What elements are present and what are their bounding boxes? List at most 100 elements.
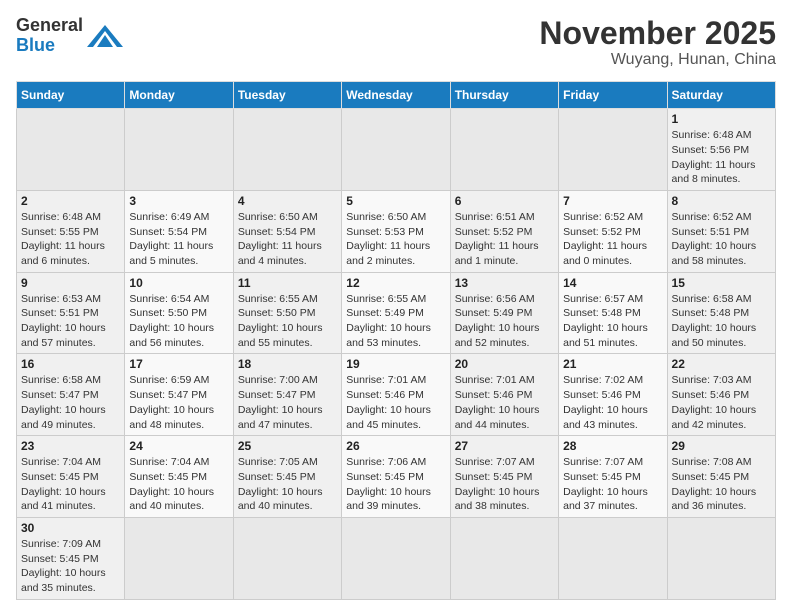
day-number: 8 [672, 194, 771, 208]
day-info: Sunrise: 6:58 AM Sunset: 5:48 PM Dayligh… [672, 292, 771, 351]
day-info: Sunrise: 7:05 AM Sunset: 5:45 PM Dayligh… [238, 455, 337, 514]
weekday-header-tuesday: Tuesday [233, 82, 341, 109]
day-number: 25 [238, 439, 337, 453]
day-number: 22 [672, 357, 771, 371]
day-number: 24 [129, 439, 228, 453]
calendar-cell: 28 Sunrise: 7:07 AM Sunset: 5:45 PM Dayli… [559, 436, 667, 518]
day-number: 17 [129, 357, 228, 371]
day-number: 2 [21, 194, 120, 208]
calendar-cell: 19Sunrise: 7:01 AM Sunset: 5:46 PM Dayli… [342, 354, 450, 436]
day-number: 15 [672, 276, 771, 290]
calendar-cell: 16Sunrise: 6:58 AM Sunset: 5:47 PM Dayli… [17, 354, 125, 436]
weekday-header-friday: Friday [559, 82, 667, 109]
calendar-cell: 6Sunrise: 6:51 AM Sunset: 5:52 PM Daylig… [450, 190, 558, 272]
calendar-week-0: 1 Sunrise: 6:48 AM Sunset: 5:56 PM Daylig… [17, 109, 776, 191]
day-info: Sunrise: 6:55 AM Sunset: 5:50 PM Dayligh… [238, 292, 337, 351]
day-number: 11 [238, 276, 337, 290]
calendar-cell [125, 109, 233, 191]
day-info: Sunrise: 6:52 AM Sunset: 5:51 PM Dayligh… [672, 210, 771, 269]
day-info: Sunrise: 7:07 AM Sunset: 5:45 PM Dayligh… [563, 455, 662, 514]
day-info: Sunrise: 6:50 AM Sunset: 5:54 PM Dayligh… [238, 210, 337, 269]
weekday-header-monday: Monday [125, 82, 233, 109]
weekday-header-thursday: Thursday [450, 82, 558, 109]
calendar-cell: 5 Sunrise: 6:50 AM Sunset: 5:53 PM Daylig… [342, 190, 450, 272]
day-number: 30 [21, 521, 120, 535]
calendar-table: SundayMondayTuesdayWednesdayThursdayFrid… [16, 81, 776, 600]
calendar-cell: 27 Sunrise: 7:07 AM Sunset: 5:45 PM Dayli… [450, 436, 558, 518]
day-number: 13 [455, 276, 554, 290]
weekday-header-wednesday: Wednesday [342, 82, 450, 109]
calendar-cell: 29 Sunrise: 7:08 AM Sunset: 5:45 PM Dayli… [667, 436, 775, 518]
calendar-cell: 20 Sunrise: 7:01 AM Sunset: 5:46 PM Dayli… [450, 354, 558, 436]
title-block: November 2025 Wuyang, Hunan, China [539, 16, 776, 69]
calendar-week-5: 30 Sunrise: 7:09 AM Sunset: 5:45 PM Dayli… [17, 517, 776, 599]
calendar-cell: 8 Sunrise: 6:52 AM Sunset: 5:51 PM Daylig… [667, 190, 775, 272]
day-info: Sunrise: 6:48 AM Sunset: 5:56 PM Dayligh… [672, 128, 771, 187]
weekday-header-row: SundayMondayTuesdayWednesdayThursdayFrid… [17, 82, 776, 109]
day-number: 26 [346, 439, 445, 453]
calendar-week-1: 2Sunrise: 6:48 AM Sunset: 5:55 PM Daylig… [17, 190, 776, 272]
calendar-cell: 13 Sunrise: 6:56 AM Sunset: 5:49 PM Dayli… [450, 272, 558, 354]
month-title: November 2025 [539, 16, 776, 51]
calendar-cell: 14Sunrise: 6:57 AM Sunset: 5:48 PM Dayli… [559, 272, 667, 354]
calendar-cell [667, 517, 775, 599]
day-number: 27 [455, 439, 554, 453]
calendar-week-3: 16Sunrise: 6:58 AM Sunset: 5:47 PM Dayli… [17, 354, 776, 436]
day-number: 21 [563, 357, 662, 371]
calendar-cell: 21 Sunrise: 7:02 AM Sunset: 5:46 PM Dayli… [559, 354, 667, 436]
calendar-cell: 9Sunrise: 6:53 AM Sunset: 5:51 PM Daylig… [17, 272, 125, 354]
calendar-cell [342, 109, 450, 191]
logo-icon [87, 25, 123, 47]
day-number: 3 [129, 194, 228, 208]
page-header: General Blue November 2025 Wuyang, Hunan… [16, 16, 776, 69]
day-info: Sunrise: 6:55 AM Sunset: 5:49 PM Dayligh… [346, 292, 445, 351]
day-info: Sunrise: 7:01 AM Sunset: 5:46 PM Dayligh… [455, 373, 554, 432]
calendar-body: 1 Sunrise: 6:48 AM Sunset: 5:56 PM Daylig… [17, 109, 776, 600]
calendar-cell: 25 Sunrise: 7:05 AM Sunset: 5:45 PM Dayli… [233, 436, 341, 518]
day-info: Sunrise: 7:09 AM Sunset: 5:45 PM Dayligh… [21, 537, 120, 596]
day-number: 9 [21, 276, 120, 290]
calendar-cell: 17 Sunrise: 6:59 AM Sunset: 5:47 PM Dayli… [125, 354, 233, 436]
day-number: 5 [346, 194, 445, 208]
calendar-cell [450, 517, 558, 599]
calendar-week-4: 23 Sunrise: 7:04 AM Sunset: 5:45 PM Dayli… [17, 436, 776, 518]
calendar-week-2: 9Sunrise: 6:53 AM Sunset: 5:51 PM Daylig… [17, 272, 776, 354]
calendar-cell: 7Sunrise: 6:52 AM Sunset: 5:52 PM Daylig… [559, 190, 667, 272]
day-number: 23 [21, 439, 120, 453]
calendar-cell: 30 Sunrise: 7:09 AM Sunset: 5:45 PM Dayli… [17, 517, 125, 599]
calendar-cell [342, 517, 450, 599]
day-info: Sunrise: 6:50 AM Sunset: 5:53 PM Dayligh… [346, 210, 445, 269]
day-number: 7 [563, 194, 662, 208]
location-title: Wuyang, Hunan, China [539, 51, 776, 69]
calendar-cell: 10Sunrise: 6:54 AM Sunset: 5:50 PM Dayli… [125, 272, 233, 354]
day-info: Sunrise: 7:02 AM Sunset: 5:46 PM Dayligh… [563, 373, 662, 432]
day-info: Sunrise: 7:00 AM Sunset: 5:47 PM Dayligh… [238, 373, 337, 432]
day-info: Sunrise: 6:58 AM Sunset: 5:47 PM Dayligh… [21, 373, 120, 432]
day-number: 1 [672, 112, 771, 126]
calendar-cell: 1 Sunrise: 6:48 AM Sunset: 5:56 PM Daylig… [667, 109, 775, 191]
calendar-cell: 22Sunrise: 7:03 AM Sunset: 5:46 PM Dayli… [667, 354, 775, 436]
day-number: 18 [238, 357, 337, 371]
calendar-cell [559, 109, 667, 191]
calendar-cell: 18 Sunrise: 7:00 AM Sunset: 5:47 PM Dayli… [233, 354, 341, 436]
calendar-cell: 4Sunrise: 6:50 AM Sunset: 5:54 PM Daylig… [233, 190, 341, 272]
calendar-cell: 15 Sunrise: 6:58 AM Sunset: 5:48 PM Dayli… [667, 272, 775, 354]
day-number: 20 [455, 357, 554, 371]
day-info: Sunrise: 7:04 AM Sunset: 5:45 PM Dayligh… [129, 455, 228, 514]
day-number: 19 [346, 357, 445, 371]
day-info: Sunrise: 7:07 AM Sunset: 5:45 PM Dayligh… [455, 455, 554, 514]
day-number: 14 [563, 276, 662, 290]
calendar-cell [17, 109, 125, 191]
day-info: Sunrise: 6:59 AM Sunset: 5:47 PM Dayligh… [129, 373, 228, 432]
logo-general-text: General [16, 15, 83, 35]
day-info: Sunrise: 7:08 AM Sunset: 5:45 PM Dayligh… [672, 455, 771, 514]
day-info: Sunrise: 6:49 AM Sunset: 5:54 PM Dayligh… [129, 210, 228, 269]
day-number: 29 [672, 439, 771, 453]
calendar-cell: 11 Sunrise: 6:55 AM Sunset: 5:50 PM Dayli… [233, 272, 341, 354]
day-info: Sunrise: 6:56 AM Sunset: 5:49 PM Dayligh… [455, 292, 554, 351]
calendar-cell: 23Sunrise: 7:04 AM Sunset: 5:45 PM Dayli… [17, 436, 125, 518]
logo: General Blue [16, 16, 123, 56]
day-number: 28 [563, 439, 662, 453]
calendar-cell: 24 Sunrise: 7:04 AM Sunset: 5:45 PM Dayli… [125, 436, 233, 518]
weekday-header-saturday: Saturday [667, 82, 775, 109]
